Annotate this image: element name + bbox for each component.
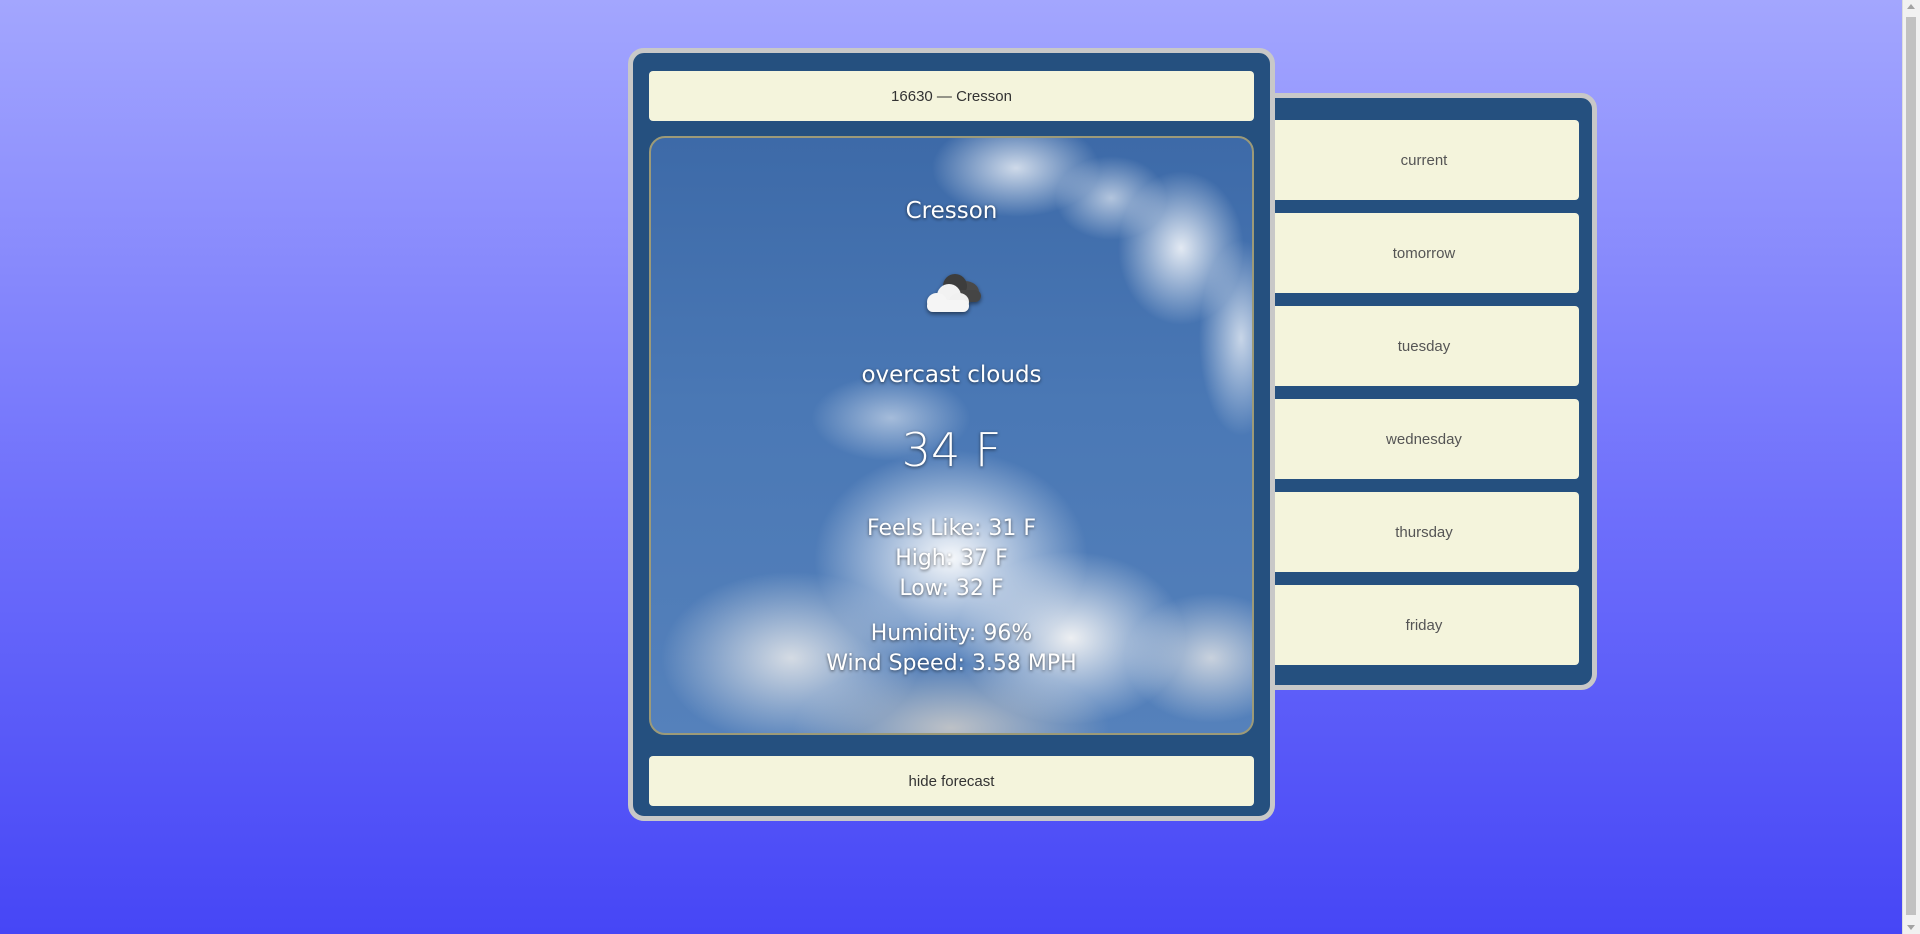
forecast-wednesday-button[interactable]: wednesday (1269, 399, 1579, 479)
hide-forecast-button[interactable]: hide forecast (649, 756, 1254, 806)
weather-display: Cresson overcast clouds 34 F Feels Like:… (649, 136, 1254, 735)
low-temp: Low: 32 F (899, 576, 1004, 601)
forecast-tuesday-button[interactable]: tuesday (1269, 306, 1579, 386)
scroll-up-icon[interactable] (1907, 4, 1915, 9)
temperature: 34 F (901, 423, 1002, 477)
scroll-thumb[interactable] (1906, 17, 1916, 915)
weather-card: 16630 — Cresson Cresson overcast clouds … (628, 48, 1275, 821)
forecast-thursday-button[interactable]: thursday (1269, 492, 1579, 572)
forecast-friday-button[interactable]: friday (1269, 585, 1579, 665)
location-button[interactable]: 16630 — Cresson (649, 71, 1254, 121)
city-name: Cresson (905, 198, 998, 224)
humidity: Humidity: 96% (870, 621, 1033, 646)
condition-details: Humidity: 96% Wind Speed: 3.58 MPH (651, 619, 1252, 679)
high-temp: High: 37 F (895, 546, 1008, 571)
forecast-panel: current tomorrow tuesday wednesday thurs… (1230, 93, 1597, 690)
scroll-down-icon[interactable] (1907, 925, 1915, 930)
wind-speed: Wind Speed: 3.58 MPH (826, 651, 1077, 676)
forecast-tomorrow-button[interactable]: tomorrow (1269, 213, 1579, 293)
feels-like: Feels Like: 31 F (867, 516, 1036, 541)
page-scrollbar[interactable] (1902, 0, 1920, 934)
forecast-current-button[interactable]: current (1269, 120, 1579, 200)
cloud-icon (927, 274, 981, 312)
weather-description: overcast clouds (861, 362, 1042, 388)
temperature-details: Feels Like: 31 F High: 37 F Low: 32 F (651, 514, 1252, 604)
